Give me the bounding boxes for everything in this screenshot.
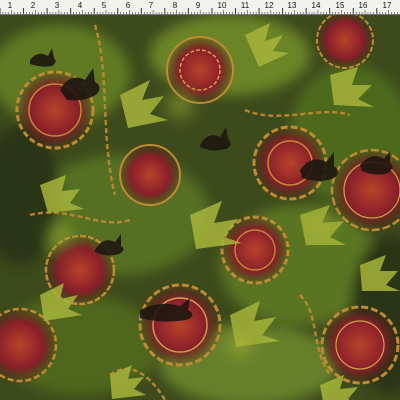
ruler-number: 1 bbox=[7, 1, 13, 10]
fabric-print bbox=[0, 15, 400, 400]
ruler-number: 2 bbox=[30, 1, 36, 10]
ruler-number: 6 bbox=[125, 1, 131, 10]
ruler-number: 17 bbox=[382, 1, 392, 10]
ruler-number: 16 bbox=[358, 1, 368, 10]
ruler-number: 7 bbox=[148, 1, 154, 10]
ruler-number: 11 bbox=[240, 1, 250, 10]
ruler-number: 10 bbox=[217, 1, 227, 10]
ruler-number: 4 bbox=[77, 1, 83, 10]
ruler-number: 9 bbox=[195, 1, 201, 10]
inch-ruler: 1 2 3 4 5 6 7 8 9 10 11 12 13 14 15 16 1… bbox=[0, 0, 400, 15]
ruler-number: 15 bbox=[335, 1, 345, 10]
ruler-number: 13 bbox=[287, 1, 297, 10]
ruler-number: 5 bbox=[101, 1, 107, 10]
ruler-number: 12 bbox=[264, 1, 274, 10]
ruler-number: 3 bbox=[54, 1, 60, 10]
ruler-number: 8 bbox=[172, 1, 178, 10]
ruler-number: 14 bbox=[311, 1, 321, 10]
fabric-swatch-page: 1 2 3 4 5 6 7 8 9 10 11 12 13 14 15 16 1… bbox=[0, 0, 400, 400]
